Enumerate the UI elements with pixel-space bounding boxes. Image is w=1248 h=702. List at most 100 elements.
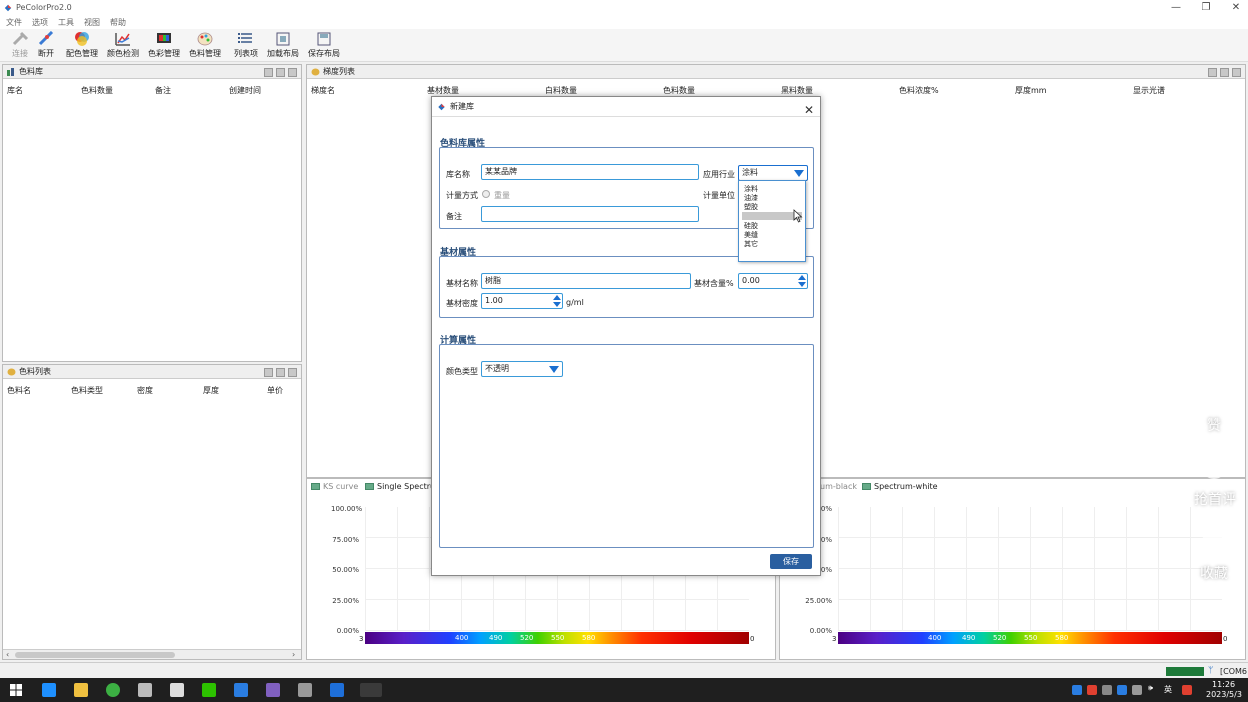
comment-icon[interactable]: [1202, 455, 1226, 479]
substrate-density-spinbox[interactable]: 1.00: [481, 293, 563, 309]
color-matching-button[interactable]: 配色管理: [62, 31, 102, 61]
industry-option[interactable]: 硅胶: [744, 222, 758, 230]
tab-spectrum-white[interactable]: Spectrum-white: [860, 480, 938, 493]
app-recorder-icon[interactable]: [330, 683, 344, 697]
clock-date[interactable]: 2023/5/3: [1206, 690, 1242, 699]
tray-icon[interactable]: [1182, 685, 1192, 695]
layout-load-icon: [276, 32, 290, 46]
col-black-count[interactable]: 黑料数量: [781, 85, 813, 96]
col-create-time[interactable]: 创建时间: [229, 85, 261, 96]
industry-option[interactable]: 涂料: [744, 185, 758, 193]
file-explorer-icon[interactable]: [74, 683, 88, 697]
edge-browser-icon[interactable]: [42, 683, 56, 697]
col-library-name[interactable]: 库名: [7, 85, 23, 96]
substrate-name-input[interactable]: 树脂: [481, 273, 691, 289]
windows-start-icon[interactable]: [10, 684, 22, 696]
disconnect-button[interactable]: 断开: [26, 31, 66, 61]
app-gray-icon[interactable]: [298, 683, 312, 697]
col-show-spectrum[interactable]: 显示光谱: [1133, 85, 1165, 96]
scrollbar-thumb[interactable]: [15, 652, 175, 658]
spectrum-bar: 400 490 520 550 580: [838, 632, 1222, 644]
heart-icon[interactable]: [1202, 380, 1226, 404]
axis-start-label: 3: [832, 635, 837, 643]
new-library-icon[interactable]: [264, 68, 273, 77]
color-management-button[interactable]: 色彩管理: [144, 31, 184, 61]
pecolorpro-taskbar-icon[interactable]: [360, 683, 382, 697]
horizontal-scrollbar[interactable]: ‹ ›: [3, 649, 301, 659]
col-thickness-mm[interactable]: 厚度mm: [1015, 85, 1047, 96]
measure-weight-radio[interactable]: [482, 190, 490, 198]
tray-icon[interactable]: [1117, 685, 1127, 695]
industry-select[interactable]: 涂料: [738, 165, 808, 181]
col-substrate-count[interactable]: 基材数量: [427, 85, 459, 96]
color-detect-button[interactable]: 颜色检测: [103, 31, 143, 61]
new-gradient-icon[interactable]: [1208, 68, 1217, 77]
col-thickness[interactable]: 厚度: [203, 385, 219, 396]
wechat-icon[interactable]: [202, 683, 216, 697]
app-blue-icon[interactable]: [234, 683, 248, 697]
app-green-icon[interactable]: [106, 683, 120, 697]
tab-ks-curve[interactable]: KS curve: [309, 480, 358, 493]
industry-option[interactable]: 美缝: [744, 231, 758, 239]
col-gradient-name[interactable]: 梯度名: [311, 85, 335, 96]
scroll-right-icon[interactable]: ›: [292, 650, 295, 659]
list-items-button[interactable]: 列表项: [226, 31, 266, 61]
app-tool-icon[interactable]: [138, 683, 152, 697]
calculator-icon[interactable]: [170, 683, 184, 697]
col-colorant-type[interactable]: 色料类型: [71, 385, 103, 396]
minimize-button[interactable]: —: [1166, 2, 1186, 13]
tray-icon[interactable]: [1132, 685, 1142, 695]
industry-option[interactable]: 油漆: [744, 194, 758, 202]
tab-spectrum-black[interactable]: um-black: [820, 480, 857, 493]
col-unit-price[interactable]: 单价: [267, 385, 283, 396]
tray-icon[interactable]: [1072, 685, 1082, 695]
maximize-button[interactable]: ❐: [1196, 2, 1216, 13]
scroll-left-icon[interactable]: ‹: [6, 650, 9, 659]
col-colorant-count[interactable]: 色料数量: [81, 85, 113, 96]
share-icon[interactable]: [1202, 603, 1226, 627]
gradient-icon: [311, 68, 320, 76]
volume-icon[interactable]: 🕪: [1148, 683, 1153, 693]
save-layout-button[interactable]: 保存布局: [304, 31, 344, 61]
menu-file[interactable]: 文件: [6, 17, 22, 28]
colorant-management-button[interactable]: 色料管理: [185, 31, 225, 61]
star-icon[interactable]: [1202, 530, 1226, 554]
spin-arrows-icon[interactable]: [553, 295, 561, 307]
colorant-panel-title: 色料列表: [19, 367, 51, 376]
remark-input[interactable]: [481, 206, 699, 222]
industry-option[interactable]: 塑胶: [744, 203, 758, 211]
edit-library-icon[interactable]: [276, 68, 285, 77]
menu-options[interactable]: 选项: [32, 17, 48, 28]
density-unit: g/ml: [566, 298, 584, 307]
color-type-select[interactable]: 不透明: [481, 361, 563, 377]
status-bar: ᛘ [COM6: [0, 662, 1248, 678]
col-concentration[interactable]: 色料浓度%: [899, 85, 939, 96]
col-pigment-count[interactable]: 色料数量: [663, 85, 695, 96]
app-purple-icon[interactable]: [266, 683, 280, 697]
load-layout-button[interactable]: 加载布局: [263, 31, 303, 61]
industry-option[interactable]: 其它: [744, 240, 758, 248]
col-remark[interactable]: 备注: [155, 85, 171, 96]
dialog-close-icon[interactable]: ✕: [804, 100, 814, 120]
tray-icon[interactable]: [1102, 685, 1112, 695]
save-button[interactable]: 保存: [770, 554, 812, 569]
lib-name-input[interactable]: 某某品牌: [481, 164, 699, 180]
substrate-content-spinbox[interactable]: 0.00: [738, 273, 808, 289]
delete-library-icon[interactable]: [288, 68, 297, 77]
col-density[interactable]: 密度: [137, 385, 153, 396]
clock-time[interactable]: 11:26: [1212, 680, 1235, 689]
edit-colorant-icon[interactable]: [276, 368, 285, 377]
close-button[interactable]: ✕: [1226, 2, 1246, 13]
menu-view[interactable]: 视图: [84, 17, 100, 28]
delete-colorant-icon[interactable]: [288, 368, 297, 377]
delete-gradient-icon[interactable]: [1232, 68, 1241, 77]
col-white-count[interactable]: 白料数量: [545, 85, 577, 96]
tray-icon[interactable]: [1087, 685, 1097, 695]
col-colorant-name[interactable]: 色料名: [7, 385, 31, 396]
spin-arrows-icon[interactable]: [798, 275, 806, 287]
input-language[interactable]: 英: [1164, 684, 1172, 695]
edit-gradient-icon[interactable]: [1220, 68, 1229, 77]
menu-tools[interactable]: 工具: [58, 17, 74, 28]
new-colorant-icon[interactable]: [264, 368, 273, 377]
menu-help[interactable]: 帮助: [110, 17, 126, 28]
